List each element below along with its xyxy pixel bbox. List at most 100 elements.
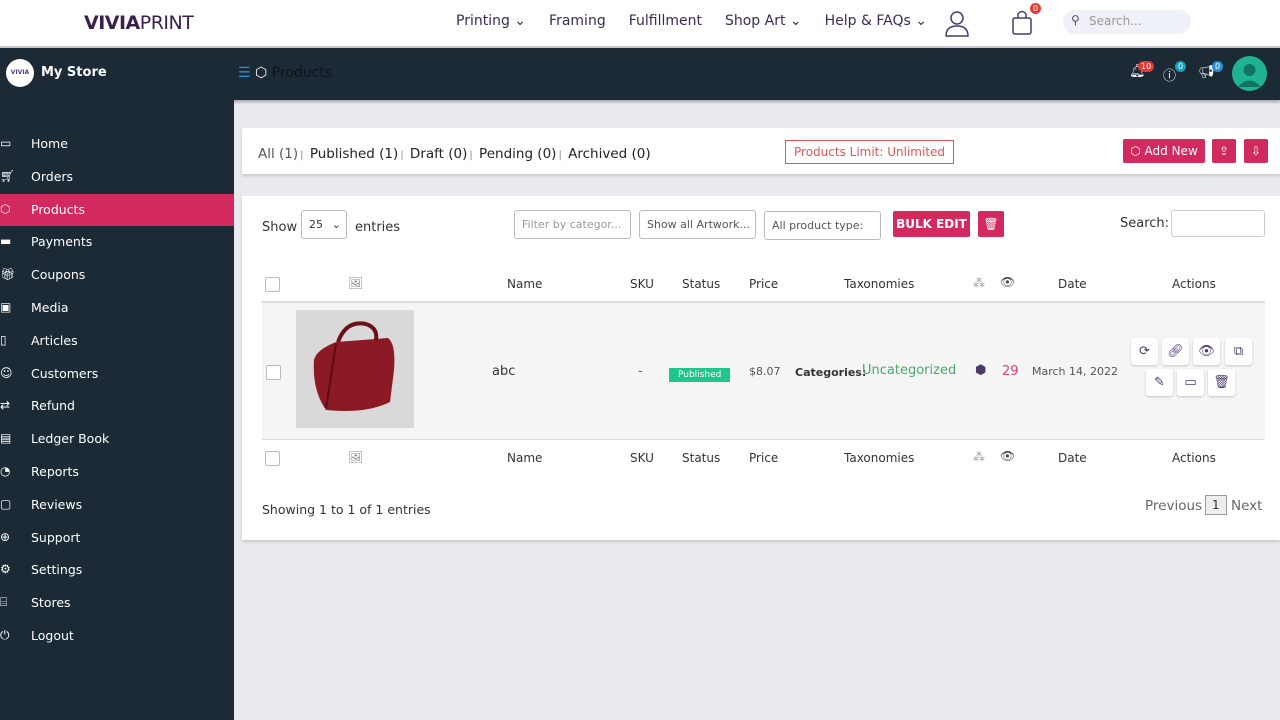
header-status[interactable]: Status bbox=[682, 277, 720, 291]
select-all-checkbox-footer[interactable] bbox=[265, 451, 280, 466]
breadcrumb: ☰ ⬡ Products bbox=[238, 65, 333, 81]
help-badge: 0 bbox=[1175, 61, 1187, 72]
sidebar-item-refund[interactable]: ⇄ Refund bbox=[0, 390, 234, 422]
link-icon[interactable]: 🔗︎ bbox=[1162, 338, 1189, 365]
product-name[interactable]: abc bbox=[492, 364, 515, 379]
taxonomy-category-link[interactable]: Uncategorized bbox=[862, 363, 956, 378]
store-icon: ⌸ bbox=[0, 595, 8, 610]
menu-toggle-icon[interactable]: ☰ bbox=[238, 65, 251, 81]
page-1-button[interactable]: 1 bbox=[1205, 495, 1227, 515]
product-sku: - bbox=[638, 364, 643, 379]
file-icon: ▯ bbox=[0, 332, 7, 347]
header-sku[interactable]: SKU bbox=[630, 277, 654, 291]
header-name[interactable]: Name bbox=[507, 277, 542, 291]
views-eye-icon[interactable]: 👁︎ bbox=[1000, 275, 1015, 289]
cart-count-badge: 0 bbox=[1030, 3, 1042, 14]
archive-icon[interactable]: ▭ bbox=[1177, 369, 1204, 396]
cube-icon: ⬡ bbox=[0, 201, 11, 216]
power-icon: ⏻ bbox=[0, 628, 10, 642]
image-column-icon: 🖼︎ bbox=[348, 450, 364, 464]
sidebar-item-reviews[interactable]: ▢ Reviews bbox=[0, 489, 234, 521]
sidebar-item-stores[interactable]: ⌸ Stores bbox=[0, 587, 234, 619]
footer-name: Name bbox=[507, 451, 543, 465]
view-icon[interactable]: 👁︎ bbox=[1193, 338, 1220, 365]
home-icon: ▭ bbox=[0, 136, 12, 150]
category-filter[interactable]: Filter by categor... bbox=[514, 210, 631, 239]
sidebar-item-home[interactable]: ▭ Home bbox=[0, 128, 234, 160]
bulk-edit-button[interactable]: BULK EDIT bbox=[893, 211, 970, 237]
sidebar-item-label: Ledger Book bbox=[31, 431, 110, 447]
cogs-icon: ⚙ bbox=[0, 562, 11, 577]
site-search-input[interactable]: ⚲ Search... bbox=[1063, 10, 1191, 34]
sidebar-item-orders[interactable]: 🛒︎ Orders bbox=[0, 161, 234, 193]
nav-printing[interactable]: Printing ⌄ bbox=[456, 13, 526, 29]
filter-all[interactable]: All (1) bbox=[258, 146, 298, 162]
entries-select[interactable]: 25 ⌄ bbox=[301, 210, 347, 239]
sidebar-item-products[interactable]: ⬡ Products bbox=[0, 193, 234, 226]
sidebar-item-customers[interactable]: ☺ Customers bbox=[0, 358, 234, 390]
sidebar-item-logout[interactable]: ⏻ Logout bbox=[0, 620, 234, 652]
product-thumbnail[interactable] bbox=[296, 310, 414, 428]
footer-status: Status bbox=[682, 451, 721, 465]
money-icon: ▤ bbox=[0, 431, 12, 446]
next-button[interactable]: Next bbox=[1231, 498, 1262, 514]
image-column-icon: 🖼︎ bbox=[348, 276, 364, 290]
shopping-bag-icon[interactable] bbox=[1011, 8, 1033, 36]
product-type-filter[interactable]: All product type: bbox=[764, 211, 881, 240]
sidebar-item-reports[interactable]: ◔ Reports bbox=[0, 456, 234, 488]
sidebar-item-payments[interactable]: ▬ Payments bbox=[0, 226, 234, 258]
cubes-icon: ⁂ bbox=[973, 276, 985, 290]
delete-icon[interactable]: 🗑︎ bbox=[1208, 369, 1235, 396]
table-search-input[interactable] bbox=[1171, 210, 1265, 237]
vivia-print-logo[interactable]: VIVIAPRINT bbox=[84, 12, 194, 34]
product-price: $8.07 bbox=[749, 365, 781, 378]
sidebar-item-label: Stores bbox=[31, 595, 71, 611]
sidebar-item-label: Payments bbox=[31, 234, 93, 250]
sidebar-item-label: Media bbox=[31, 300, 69, 315]
select-all-checkbox[interactable] bbox=[265, 277, 280, 292]
import-icon[interactable]: ⇪ bbox=[1212, 139, 1236, 163]
nav-shop-art[interactable]: Shop Art ⌄ bbox=[725, 13, 802, 29]
sidebar-item-articles[interactable]: ▯ Articles bbox=[0, 325, 234, 357]
filter-published[interactable]: Published (1) bbox=[310, 146, 398, 162]
user-circle-icon: ☺ bbox=[0, 365, 13, 380]
edit-icon[interactable]: ✎ bbox=[1146, 369, 1173, 396]
sidebar-item-label: Coupons bbox=[31, 267, 86, 283]
store-name[interactable]: My Store bbox=[41, 65, 107, 80]
sidebar-item-ledger-book[interactable]: ▤ Ledger Book bbox=[0, 423, 234, 455]
header-date[interactable]: Date bbox=[1058, 277, 1087, 291]
row-checkbox[interactable] bbox=[266, 365, 281, 380]
sidebar-item-coupons[interactable]: 🎁︎ Coupons bbox=[0, 259, 234, 291]
filter-draft[interactable]: Draft (0) bbox=[410, 146, 467, 162]
cube-icon: ⬢ bbox=[975, 363, 987, 378]
artwork-filter[interactable]: Show all Artwork... bbox=[639, 210, 756, 239]
sidebar-item-settings[interactable]: ⚙ Settings bbox=[0, 554, 234, 586]
sidebar-item-label: Products bbox=[31, 201, 85, 217]
avatar[interactable] bbox=[1232, 56, 1267, 91]
entries-label: entries bbox=[355, 220, 401, 235]
filter-archived[interactable]: Archived (0) bbox=[568, 146, 651, 162]
export-icon[interactable]: ⇩ bbox=[1244, 139, 1268, 163]
header-price[interactable]: Price bbox=[749, 277, 778, 291]
top-navbar: VIVIAPRINT Printing ⌄ Framing Fulfillmen… bbox=[0, 0, 1280, 48]
help-icon[interactable]: ⓘ bbox=[1163, 65, 1176, 84]
sidebar-item-support[interactable]: ⊕ Support bbox=[0, 522, 234, 554]
nav-help[interactable]: Help & FAQs ⌄ bbox=[825, 13, 927, 29]
views-eye-icon: 👁︎ bbox=[1000, 449, 1016, 463]
previous-button[interactable]: Previous bbox=[1145, 498, 1202, 514]
user-icon[interactable] bbox=[943, 9, 971, 37]
header-actions: Actions bbox=[1172, 277, 1216, 291]
product-status-bar: All (1) | Published (1) | Draft (0) | Pendi… bbox=[242, 128, 1280, 174]
nav-fulfillment[interactable]: Fulfillment bbox=[629, 13, 702, 29]
duplicate-icon[interactable]: ⧉ bbox=[1225, 338, 1252, 365]
bulk-delete-icon[interactable]: 🗑︎ bbox=[978, 211, 1004, 237]
filter-pending[interactable]: Pending (0) bbox=[479, 146, 556, 162]
sync-icon[interactable]: ⟳ bbox=[1131, 338, 1158, 365]
sidebar-item-label: Settings bbox=[31, 562, 83, 578]
add-new-button[interactable]: ⬡ Add New bbox=[1123, 139, 1205, 163]
footer-taxonomies: Taxonomies bbox=[844, 451, 915, 465]
gift-icon: 🎁︎ bbox=[0, 267, 16, 282]
sidebar-item-media[interactable]: ▣ Media bbox=[0, 292, 234, 324]
nav-framing[interactable]: Framing bbox=[549, 13, 606, 29]
footer-date: Date bbox=[1058, 451, 1087, 465]
